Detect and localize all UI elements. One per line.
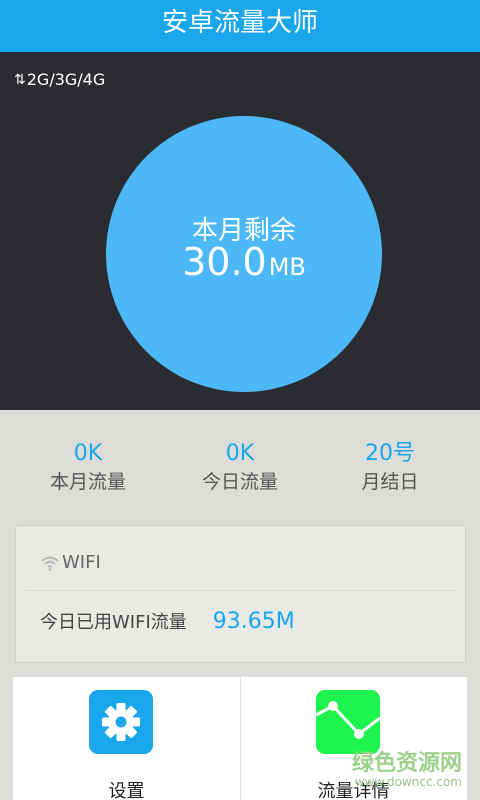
- gear-icon: [89, 690, 153, 754]
- settings-button[interactable]: 设置: [13, 677, 240, 800]
- stat-billing-day: 20号 月结日: [310, 440, 470, 496]
- network-type-label: 2G/3G/4G: [26, 70, 106, 89]
- stat-value: 20号: [365, 441, 415, 466]
- watermark-name: 绿色资源网: [351, 751, 462, 776]
- wifi-title: WIFI: [62, 552, 101, 573]
- wifi-header: WIFI: [40, 552, 101, 573]
- stat-month-usage: 0K 本月流量: [8, 440, 168, 496]
- updown-arrows-icon: ⇅: [14, 71, 26, 88]
- watermark: 绿色资源网 www.downcc.com: [352, 745, 462, 789]
- title-bar: 安卓流量大师: [0, 0, 480, 52]
- stat-value: 0K: [225, 441, 255, 466]
- usage-panel: ⇅ 2G/3G/4G 本月剩余 30.0MB: [0, 52, 480, 410]
- settings-label: 设置: [108, 781, 145, 800]
- remaining-circle: 本月剩余 30.0MB: [106, 116, 382, 392]
- stat-label: 月结日: [361, 471, 419, 493]
- divider: [26, 590, 455, 591]
- remaining-value: 30.0MB: [106, 240, 382, 284]
- wifi-icon: [41, 556, 59, 571]
- wifi-usage-row: 今日已用WIFI流量 93.65M: [40, 608, 295, 634]
- stat-today-usage: 0K 今日流量: [160, 440, 320, 496]
- watermark-url: www.downcc.com: [354, 775, 462, 789]
- stat-label: 本月流量: [49, 471, 126, 493]
- stat-label: 今日流量: [201, 471, 278, 493]
- app-title: 安卓流量大师: [161, 8, 318, 38]
- stats-row: 0K 本月流量 0K 今日流量 20号 月结日: [0, 410, 480, 522]
- wifi-usage-value: 93.65M: [212, 609, 295, 634]
- stat-value: 0K: [73, 441, 103, 466]
- wifi-usage-label: 今日已用WIFI流量: [40, 612, 187, 633]
- remaining-unit: MB: [268, 253, 306, 281]
- remaining-number: 30.0: [182, 240, 267, 284]
- network-type: ⇅ 2G/3G/4G: [14, 70, 105, 89]
- wifi-card: WIFI 今日已用WIFI流量 93.65M: [15, 525, 466, 663]
